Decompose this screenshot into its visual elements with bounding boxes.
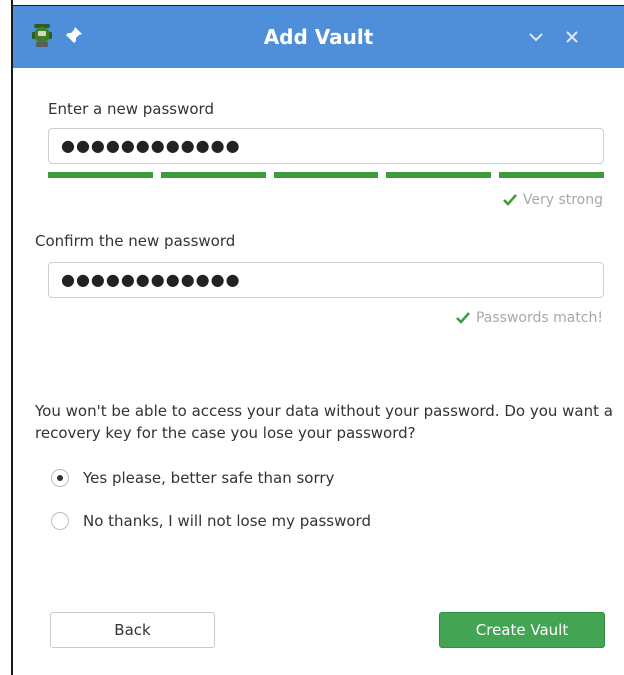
strength-text: Very strong	[522, 192, 603, 208]
password-label: Enter a new password	[48, 100, 214, 118]
radio-no-label: No thanks, I will not lose my password	[83, 512, 371, 530]
radio-recovery-no[interactable]: No thanks, I will not lose my password	[51, 512, 371, 530]
title-bar[interactable]: Add Vault	[13, 6, 624, 68]
chevron-down-icon[interactable]	[525, 26, 547, 48]
dialog-body: Enter a new password ●●●●●●●●●●●● Very s…	[13, 68, 624, 675]
close-icon[interactable]	[561, 26, 583, 48]
strength-hint: Very strong	[502, 192, 603, 208]
back-button[interactable]: Back	[50, 612, 215, 648]
strength-segment	[273, 172, 379, 178]
strength-segment	[160, 172, 266, 178]
match-text: Passwords match!	[475, 310, 603, 326]
create-vault-button[interactable]: Create Vault	[439, 612, 605, 648]
password-strength-meter	[48, 172, 604, 178]
check-icon	[456, 312, 470, 324]
confirm-password-field[interactable]: ●●●●●●●●●●●●	[48, 262, 604, 298]
strength-segment	[48, 172, 153, 178]
radio-button-selected[interactable]	[51, 469, 69, 487]
window-left-border	[0, 0, 13, 675]
password-field[interactable]: ●●●●●●●●●●●●	[48, 128, 604, 164]
strength-segment	[499, 172, 604, 178]
check-icon	[502, 194, 517, 206]
confirm-password-label: Confirm the new password	[35, 232, 236, 250]
radio-recovery-yes[interactable]: Yes please, better safe than sorry	[51, 469, 334, 487]
add-vault-window: Add Vault Enter a new password ●●●●●●●●●…	[0, 0, 624, 675]
radio-button[interactable]	[51, 512, 69, 530]
strength-segment	[386, 172, 492, 178]
recovery-question: You won't be able to access your data wi…	[35, 402, 613, 442]
radio-yes-label: Yes please, better safe than sorry	[83, 469, 335, 487]
match-hint: Passwords match!	[456, 310, 603, 326]
radio-dot	[57, 475, 63, 481]
